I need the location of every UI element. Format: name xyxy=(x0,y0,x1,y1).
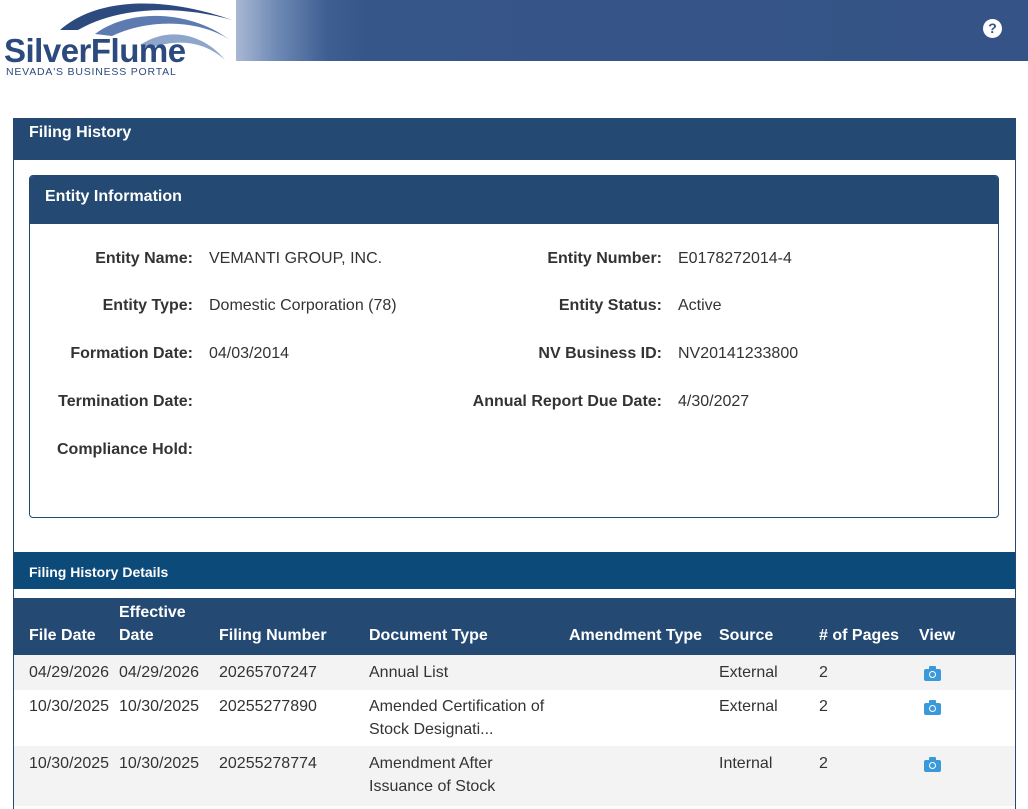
pages-cell: 2 xyxy=(819,664,828,681)
source-cell: Internal xyxy=(719,755,773,772)
effective-date-cell: 10/30/2025 xyxy=(119,755,200,772)
filing-number-cell: 20255277890 xyxy=(219,698,317,715)
panel-title: Filing History xyxy=(14,119,1015,160)
entity-status-value: Active xyxy=(678,297,722,314)
filing-history-details-title: Filing History Details xyxy=(14,552,1015,593)
entity-type-label: Entity Type: xyxy=(102,297,193,314)
formation-date-value: 04/03/2014 xyxy=(209,345,290,362)
file-date-cell: 10/30/2025 xyxy=(29,755,110,772)
nv-business-id-value: NV20141233800 xyxy=(678,345,799,362)
file-date-cell: 10/30/2025 xyxy=(29,698,110,715)
pages-cell: 2 xyxy=(819,755,828,772)
column-source[interactable]: Source xyxy=(719,624,773,647)
entity-information-title: Entity Information xyxy=(30,176,998,224)
document-type-cell-line2: Issuance of Stock xyxy=(369,778,496,795)
document-type-cell: Amendment After xyxy=(369,755,493,772)
top-banner xyxy=(236,0,1028,61)
table-row: 10/30/2025 10/30/2025 20255277890 Amende… xyxy=(14,690,1015,746)
column-document-type[interactable]: Document Type xyxy=(369,624,488,647)
entity-number-value: E0178272014-4 xyxy=(678,250,792,267)
entity-information-box: Entity Information Entity Name: VEMANTI … xyxy=(29,175,999,518)
logo-subtitle: NEVADA'S BUSINESS PORTAL xyxy=(6,66,177,78)
column-filing-number[interactable]: Filing Number xyxy=(219,624,327,647)
effective-date-cell: 04/29/2026 xyxy=(119,664,200,681)
table-row: 10/30/2025 10/30/2025 20255278774 Amendm… xyxy=(14,746,1015,806)
entity-type-value: Domestic Corporation (78) xyxy=(209,297,397,314)
filing-number-cell: 20255278774 xyxy=(219,755,317,772)
document-type-cell-line2: Stock Designati... xyxy=(369,721,494,738)
column-amendment-type[interactable]: Amendment Type xyxy=(569,624,702,647)
annual-report-due-value: 4/30/2027 xyxy=(678,393,750,410)
document-type-cell: Annual List xyxy=(369,664,449,681)
file-date-cell: 04/29/2026 xyxy=(29,664,110,681)
entity-status-label: Entity Status: xyxy=(558,297,662,314)
formation-date-label: Formation Date: xyxy=(70,345,193,362)
camera-icon[interactable] xyxy=(924,666,941,681)
document-type-cell: Amended Certification of xyxy=(369,698,545,715)
entity-name-value: VEMANTI GROUP, INC. xyxy=(209,250,383,267)
annual-report-due-label: Annual Report Due Date: xyxy=(472,393,662,410)
column-pages[interactable]: # of Pages xyxy=(819,624,899,647)
column-view: View xyxy=(919,627,956,644)
camera-icon[interactable] xyxy=(924,700,941,715)
camera-icon[interactable] xyxy=(924,757,941,772)
source-cell: External xyxy=(719,664,778,681)
termination-date-label: Termination Date: xyxy=(58,393,193,410)
column-file-date[interactable]: File Date xyxy=(29,624,96,647)
logo-title: SilverFlume xyxy=(4,32,186,69)
help-icon[interactable]: ? xyxy=(983,19,1002,38)
filing-number-cell: 20265707247 xyxy=(219,664,317,681)
compliance-hold-label: Compliance Hold: xyxy=(56,441,193,458)
column-effective-date[interactable]: Effective Date xyxy=(119,601,199,647)
effective-date-cell: 10/30/2025 xyxy=(119,698,200,715)
silverflume-logo[interactable]: SilverFlume NEVADA'S BUSINESS PORTAL xyxy=(0,0,236,82)
nv-business-id-label: NV Business ID: xyxy=(538,345,662,362)
filing-table-header: File Date Effective Date Filing Number D… xyxy=(14,598,1015,655)
source-cell: External xyxy=(719,698,778,715)
pages-cell: 2 xyxy=(819,698,828,715)
entity-name-label: Entity Name: xyxy=(95,250,193,267)
table-row: 04/29/2026 04/29/2026 20265707247 Annual… xyxy=(14,655,1015,690)
filing-history-panel: Filing History Entity Information Entity… xyxy=(13,118,1016,809)
entity-number-label: Entity Number: xyxy=(547,250,662,267)
